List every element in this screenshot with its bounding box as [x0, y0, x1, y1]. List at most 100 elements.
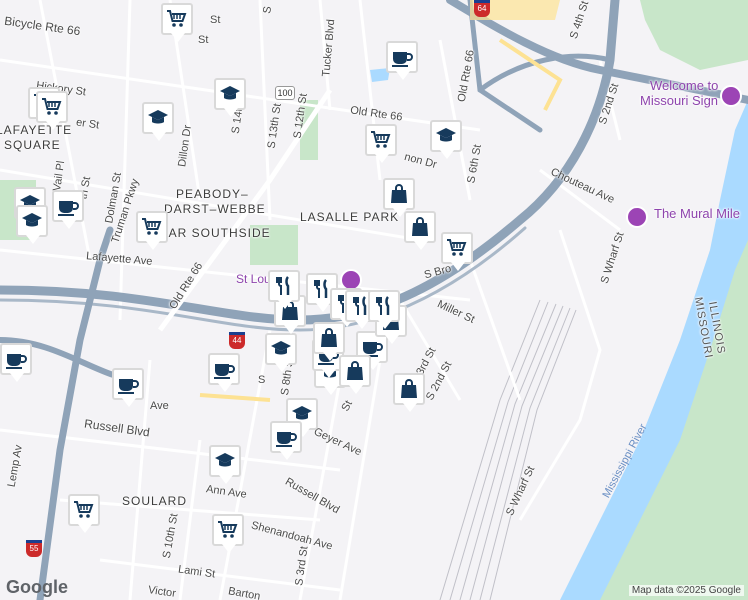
cart-marker[interactable] [136, 211, 172, 257]
poi-mural-mile[interactable]: The Mural Mile [654, 207, 740, 220]
cart-marker[interactable] [36, 91, 72, 137]
fork-icon [368, 290, 400, 322]
label-s-top: S [261, 5, 275, 15]
coffee-marker[interactable] [208, 353, 244, 399]
map-canvas[interactable]: LAFAYETTE SQUARE PEABODY– DARST–WEBBE LA… [0, 0, 748, 600]
marker-tail [324, 386, 338, 395]
cart-icon [441, 232, 473, 264]
marker-tail [222, 544, 236, 553]
cart-marker[interactable] [441, 232, 477, 278]
fork-icon [268, 270, 300, 302]
marker-tail [224, 108, 238, 117]
us-100-shield: 100 [275, 86, 295, 100]
marker-tail [62, 220, 76, 229]
label-st-louis: St Lou [236, 272, 271, 286]
marker-tail [440, 150, 454, 159]
coffee-icon [270, 421, 302, 453]
marker-tail [375, 154, 389, 163]
cart-icon [36, 91, 68, 123]
cart-marker[interactable] [212, 514, 248, 560]
marker-tail [349, 385, 363, 394]
cart-icon [136, 211, 168, 243]
marker-tail [275, 363, 289, 372]
poi-welcome-marker[interactable] [720, 85, 742, 107]
school-marker[interactable] [16, 205, 52, 251]
i-44-shield: 44 [229, 332, 245, 349]
label-st-vincent: St [210, 14, 221, 26]
cart-icon [212, 514, 244, 546]
marker-tail [26, 235, 40, 244]
cart-icon [365, 124, 397, 156]
coffee-marker[interactable] [52, 190, 88, 236]
school-marker[interactable] [209, 445, 245, 491]
marker-tail [46, 121, 60, 130]
coffee-icon [0, 343, 32, 375]
marker-tail [122, 398, 136, 407]
bag-icon [383, 178, 415, 210]
coffee-marker[interactable] [112, 368, 148, 414]
coffee-marker[interactable] [270, 421, 306, 467]
marker-tail [10, 373, 24, 382]
coffee-marker[interactable] [0, 343, 36, 389]
label-square: SQUARE [4, 138, 61, 152]
bag-marker[interactable] [393, 373, 429, 419]
school-icon [209, 445, 241, 477]
cart-icon [161, 3, 193, 35]
marker-tail [284, 325, 298, 334]
poi-welcome-2[interactable]: Missouri Sign [640, 94, 718, 107]
illinois-park [640, 0, 748, 70]
marker-tail [278, 300, 292, 309]
marker-tail [355, 320, 369, 329]
bag-marker[interactable] [339, 355, 375, 401]
label-st-top: St [198, 34, 209, 46]
school-icon [430, 120, 462, 152]
bag-marker[interactable] [404, 211, 440, 257]
label-peabody: PEABODY– [176, 187, 249, 201]
marker-tail [171, 33, 185, 42]
marker-tail [78, 524, 92, 533]
map-attribution[interactable]: Map data ©2025 Google [628, 585, 744, 596]
coffee-icon [52, 190, 84, 222]
marker-tail [323, 352, 337, 361]
coffee-icon [386, 41, 418, 73]
school-icon [142, 102, 174, 134]
fork-marker[interactable] [368, 290, 404, 336]
cart-marker[interactable] [365, 124, 401, 170]
cart-marker[interactable] [68, 494, 104, 540]
bag-icon [339, 355, 371, 387]
bag-icon [393, 373, 425, 405]
marker-tail [146, 241, 160, 250]
school-marker[interactable] [142, 102, 178, 148]
fork-marker[interactable] [268, 270, 304, 316]
school-icon [16, 205, 48, 237]
marker-tail [218, 383, 232, 392]
marker-tail [378, 320, 392, 329]
label-soulard: SOULARD [122, 494, 188, 508]
label-ave: Ave [150, 400, 169, 412]
label-darst-webbe: DARST–WEBBE [164, 202, 266, 216]
marker-tail [219, 475, 233, 484]
marker-tail [152, 132, 166, 141]
marker-tail [385, 335, 399, 344]
i-64-shield: 64 [474, 0, 490, 17]
google-logo: Google [6, 577, 68, 597]
school-marker[interactable] [214, 78, 250, 124]
marker-tail [414, 241, 428, 250]
marker-tail [322, 369, 336, 378]
school-marker[interactable] [430, 120, 466, 166]
coffee-icon [208, 353, 240, 385]
marker-tail [396, 71, 410, 80]
i-55-shield: 55 [26, 540, 42, 557]
marker-tail [280, 451, 294, 460]
marker-tail [451, 262, 465, 271]
coffee-marker[interactable] [386, 41, 422, 87]
cart-icon [68, 494, 100, 526]
rail-yard [439, 299, 577, 600]
marker-tail [316, 303, 330, 312]
poi-mural-mile-marker[interactable] [626, 206, 648, 228]
poi-welcome-1[interactable]: Welcome to [650, 79, 718, 92]
bag-icon [404, 211, 436, 243]
marker-tail [403, 403, 417, 412]
school-icon [214, 78, 246, 110]
cart-marker[interactable] [161, 3, 197, 49]
